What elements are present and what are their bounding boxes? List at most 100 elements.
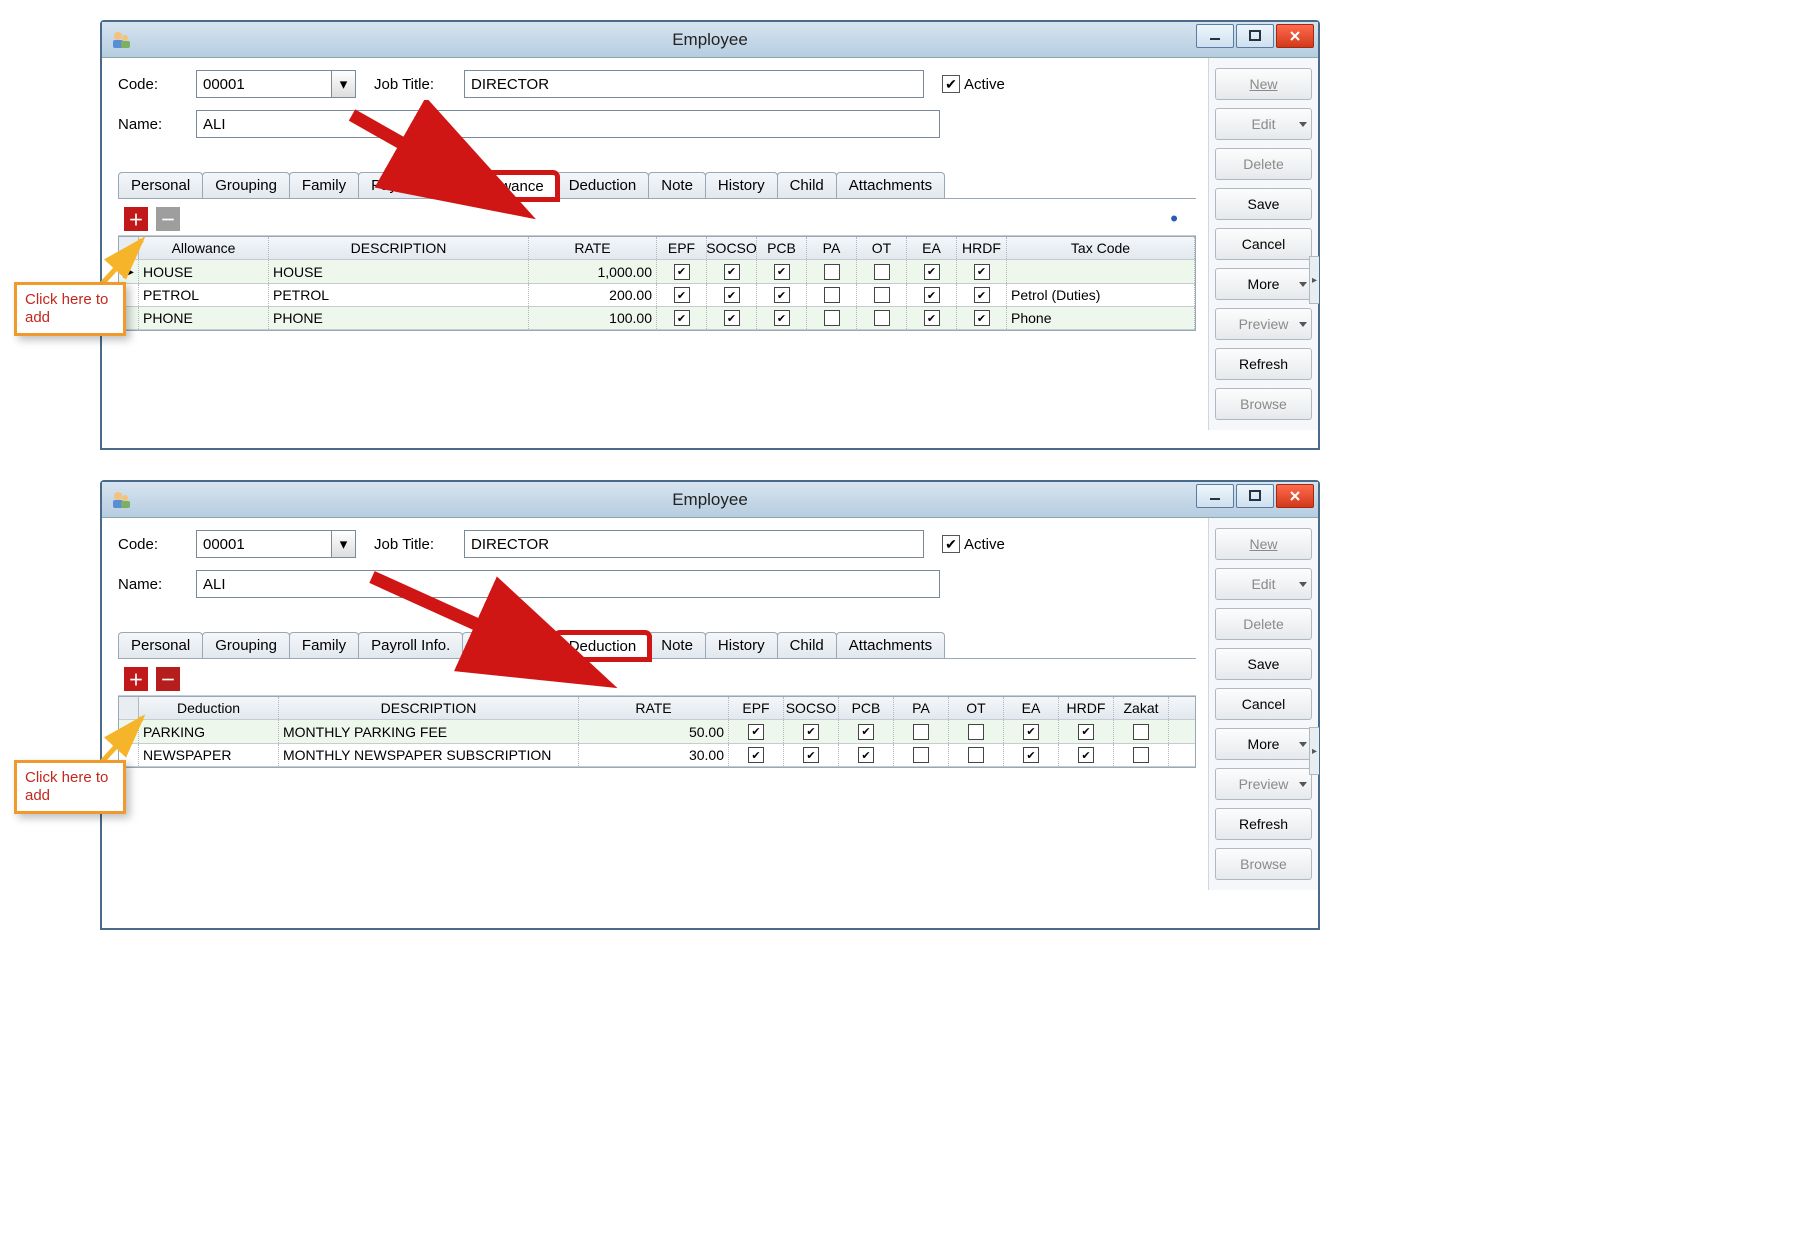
col-pa[interactable]: PA bbox=[807, 237, 857, 259]
tab-personal[interactable]: Personal bbox=[118, 632, 203, 658]
cell-rate[interactable]: 200.00 bbox=[529, 284, 657, 306]
table-row[interactable]: ▶PARKINGMONTHLY PARKING FEE50.00 bbox=[119, 720, 1195, 744]
cell-ea[interactable] bbox=[1004, 744, 1059, 766]
cell-socso[interactable] bbox=[707, 284, 757, 306]
browse-button[interactable]: Browse bbox=[1215, 848, 1312, 880]
cell-epf[interactable] bbox=[657, 284, 707, 306]
col-epf[interactable]: EPF bbox=[729, 697, 784, 719]
cell-hrdf[interactable] bbox=[1059, 744, 1114, 766]
col-pcb[interactable]: PCB bbox=[757, 237, 807, 259]
col-pcb[interactable]: PCB bbox=[839, 697, 894, 719]
more-button[interactable]: More bbox=[1215, 728, 1312, 760]
col-socso[interactable]: SOCSO bbox=[784, 697, 839, 719]
col-zakat[interactable]: Zakat bbox=[1114, 697, 1169, 719]
cell-hrdf[interactable] bbox=[957, 307, 1007, 329]
tab-child[interactable]: Child bbox=[777, 632, 837, 658]
cell-rate[interactable]: 50.00 bbox=[579, 720, 729, 743]
cell-ot[interactable] bbox=[949, 744, 1004, 766]
cell-taxcode[interactable] bbox=[1007, 260, 1195, 283]
cell-checkbox[interactable] bbox=[1133, 724, 1149, 740]
cell-name[interactable]: PETROL bbox=[139, 284, 269, 306]
col-ot[interactable]: OT bbox=[949, 697, 1004, 719]
name-input[interactable]: ALI bbox=[196, 110, 940, 138]
cell-name[interactable]: PHONE bbox=[139, 307, 269, 329]
cell-epf[interactable] bbox=[657, 307, 707, 329]
col-rate[interactable]: RATE bbox=[529, 237, 657, 259]
cell-epf[interactable] bbox=[729, 744, 784, 766]
maximize-button[interactable] bbox=[1236, 24, 1274, 48]
edit-button[interactable]: Edit bbox=[1215, 568, 1312, 600]
save-button[interactable]: Save bbox=[1215, 648, 1312, 680]
cell-socso[interactable] bbox=[784, 744, 839, 766]
cell-checkbox[interactable] bbox=[974, 264, 990, 280]
tab-history[interactable]: History bbox=[705, 172, 778, 198]
cell-checkbox[interactable] bbox=[824, 310, 840, 326]
cancel-button[interactable]: Cancel bbox=[1215, 228, 1312, 260]
cell-checkbox[interactable] bbox=[748, 747, 764, 763]
col-deduction[interactable]: Deduction bbox=[139, 697, 279, 719]
tab-note[interactable]: Note bbox=[648, 172, 706, 198]
cell-zakat[interactable] bbox=[1114, 744, 1169, 766]
cell-name[interactable]: PARKING bbox=[139, 720, 279, 743]
cell-rate[interactable]: 100.00 bbox=[529, 307, 657, 329]
col-hrdf[interactable]: HRDF bbox=[1059, 697, 1114, 719]
cell-taxcode[interactable]: Phone bbox=[1007, 307, 1195, 329]
active-checkbox[interactable] bbox=[942, 75, 960, 93]
cell-checkbox[interactable] bbox=[968, 747, 984, 763]
col-taxcode[interactable]: Tax Code bbox=[1007, 237, 1195, 259]
tab-allowance[interactable]: Allowance bbox=[462, 632, 556, 658]
cell-checkbox[interactable] bbox=[874, 287, 890, 303]
cell-pa[interactable] bbox=[807, 284, 857, 306]
cell-pcb[interactable] bbox=[839, 744, 894, 766]
cell-description[interactable]: MONTHLY NEWSPAPER SUBSCRIPTION bbox=[279, 744, 579, 766]
cell-ot[interactable] bbox=[949, 720, 1004, 743]
cell-pa[interactable] bbox=[894, 744, 949, 766]
cell-checkbox[interactable] bbox=[874, 264, 890, 280]
close-button[interactable] bbox=[1276, 484, 1314, 508]
cell-rate[interactable]: 30.00 bbox=[579, 744, 729, 766]
cell-checkbox[interactable] bbox=[824, 287, 840, 303]
table-row[interactable]: PETROLPETROL200.00Petrol (Duties) bbox=[119, 284, 1195, 307]
cell-socso[interactable] bbox=[707, 307, 757, 329]
tab-note[interactable]: Note bbox=[648, 632, 706, 658]
delete-button[interactable]: Delete bbox=[1215, 148, 1312, 180]
cell-checkbox[interactable] bbox=[874, 310, 890, 326]
name-input[interactable]: ALI bbox=[196, 570, 940, 598]
cell-epf[interactable] bbox=[657, 260, 707, 283]
collapse-handle[interactable]: ▸ bbox=[1309, 727, 1319, 775]
collapse-handle[interactable]: ▸ bbox=[1309, 256, 1319, 304]
cell-ea[interactable] bbox=[1004, 720, 1059, 743]
cell-pa[interactable] bbox=[807, 260, 857, 283]
cell-ea[interactable] bbox=[907, 284, 957, 306]
cell-checkbox[interactable] bbox=[924, 264, 940, 280]
cell-hrdf[interactable] bbox=[957, 260, 1007, 283]
cell-checkbox[interactable] bbox=[724, 287, 740, 303]
tab-payroll-info[interactable]: Payroll Info. bbox=[358, 632, 463, 658]
cell-name[interactable]: NEWSPAPER bbox=[139, 744, 279, 766]
col-description[interactable]: DESCRIPTION bbox=[269, 237, 529, 259]
tab-family[interactable]: Family bbox=[289, 632, 359, 658]
cell-checkbox[interactable] bbox=[1023, 747, 1039, 763]
cell-description[interactable]: PETROL bbox=[269, 284, 529, 306]
cell-checkbox[interactable] bbox=[924, 287, 940, 303]
cell-checkbox[interactable] bbox=[774, 310, 790, 326]
cell-name[interactable]: HOUSE bbox=[139, 260, 269, 283]
cell-checkbox[interactable] bbox=[724, 310, 740, 326]
cell-checkbox[interactable] bbox=[1133, 747, 1149, 763]
new-button[interactable]: New bbox=[1215, 68, 1312, 100]
save-button[interactable]: Save bbox=[1215, 188, 1312, 220]
chevron-down-icon[interactable]: ▾ bbox=[331, 531, 355, 557]
cell-ea[interactable] bbox=[907, 260, 957, 283]
maximize-button[interactable] bbox=[1236, 484, 1274, 508]
col-hrdf[interactable]: HRDF bbox=[957, 237, 1007, 259]
minimize-button[interactable] bbox=[1196, 24, 1234, 48]
cell-pcb[interactable] bbox=[757, 307, 807, 329]
tab-attachments[interactable]: Attachments bbox=[836, 172, 945, 198]
chevron-down-icon[interactable]: ▾ bbox=[331, 71, 355, 97]
refresh-button[interactable]: Refresh bbox=[1215, 348, 1312, 380]
code-combobox[interactable]: 00001 ▾ bbox=[196, 70, 356, 98]
tab-personal[interactable]: Personal bbox=[118, 172, 203, 198]
col-epf[interactable]: EPF bbox=[657, 237, 707, 259]
refresh-button[interactable]: Refresh bbox=[1215, 808, 1312, 840]
col-ot[interactable]: OT bbox=[857, 237, 907, 259]
